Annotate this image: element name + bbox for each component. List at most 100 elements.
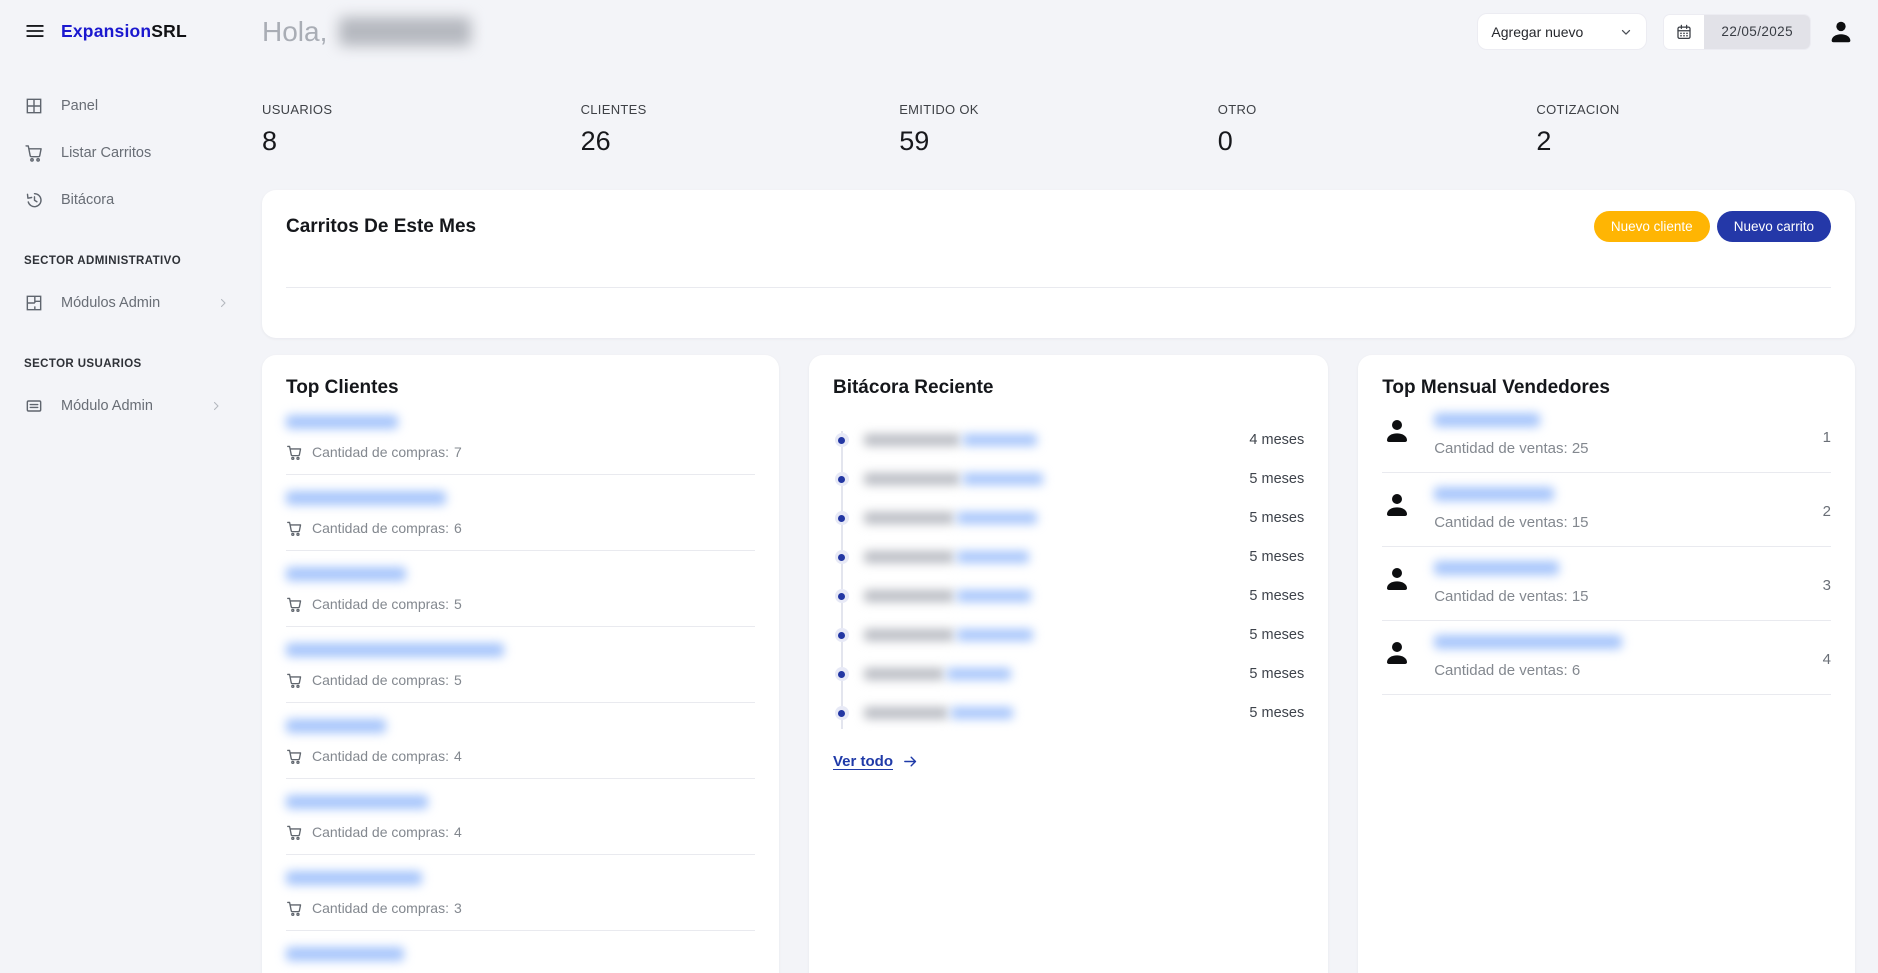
sales-label: Cantidad de ventas:: [1434, 662, 1567, 679]
sidebar-item-bitacora[interactable]: Bitácora: [24, 176, 244, 223]
view-all-link[interactable]: Ver todo: [833, 753, 919, 770]
bitacora-link-redacted[interactable]: [957, 512, 1037, 524]
cart-small-icon: [286, 444, 303, 461]
bitacora-entry: 4 meses: [833, 421, 1304, 460]
carritos-table: [286, 262, 1831, 338]
bitacora-text-redacted: [864, 551, 954, 563]
vendor-info: Cantidad de ventas: 25: [1434, 413, 1588, 457]
bitacora-link-redacted[interactable]: [957, 551, 1029, 563]
bitacora-entry: 5 meses: [833, 460, 1304, 499]
client-purchases-row: Cantidad de compras: 3: [286, 900, 755, 917]
stat-value: 8: [262, 126, 581, 157]
calendar-icon[interactable]: [1664, 15, 1704, 49]
bitacora-text-redacted: [864, 512, 954, 524]
carritos-table-header-row: [286, 262, 1831, 288]
sidebar-item-modulos-admin[interactable]: Módulos Admin: [24, 279, 244, 326]
bitacora-text-redacted: [864, 473, 960, 485]
history-icon: [24, 190, 44, 210]
vendor-name-link-redacted[interactable]: [1434, 561, 1559, 575]
stat-label: EMITIDO OK: [899, 102, 1218, 117]
new-client-button[interactable]: Nuevo cliente: [1594, 211, 1710, 242]
stat-block: COTIZACION 2: [1536, 102, 1855, 157]
add-new-select[interactable]: Agregar nuevo: [1477, 13, 1647, 50]
vendor-name-link-redacted[interactable]: [1434, 487, 1554, 501]
user-avatar-icon[interactable]: [1827, 18, 1855, 46]
carritos-table-header: [1610, 262, 1831, 288]
vendor-list-item: Cantidad de ventas: 15 2: [1382, 473, 1831, 547]
vendor-name-link-redacted[interactable]: [1434, 413, 1540, 427]
stat-label: OTRO: [1218, 102, 1537, 117]
purchases-label: Cantidad de compras:: [312, 672, 449, 688]
timeline-dot: [835, 706, 849, 720]
client-name-link-redacted[interactable]: [286, 947, 404, 961]
timeline-dot: [835, 589, 849, 603]
sidebar-item-panel[interactable]: Panel: [24, 82, 244, 129]
timeline-dot: [835, 667, 849, 681]
sales-value: 25: [1572, 440, 1589, 457]
brand-row: ExpansionSRL: [24, 20, 244, 42]
bitacora-link-redacted[interactable]: [963, 473, 1043, 485]
cart-small-icon: [286, 672, 303, 689]
bitacora-time: 5 meses: [1249, 627, 1304, 643]
client-list-item: Cantidad de compras: 6: [286, 475, 755, 551]
bitacora-link-redacted[interactable]: [951, 707, 1013, 719]
purchases-label: Cantidad de compras:: [312, 824, 449, 840]
bitacora-title: Bitácora Reciente: [833, 377, 1304, 399]
bitacora-link-redacted[interactable]: [963, 434, 1037, 446]
brand-logo[interactable]: ExpansionSRL: [61, 21, 187, 42]
grid-icon: [24, 96, 44, 116]
sales-label: Cantidad de ventas:: [1434, 588, 1567, 605]
view-all-label: Ver todo: [833, 753, 893, 770]
top-vendedores-card: Top Mensual Vendedores Cantidad de venta…: [1358, 355, 1855, 973]
purchases-label: Cantidad de compras:: [312, 900, 449, 916]
hamburger-menu-icon[interactable]: [24, 20, 46, 42]
new-cart-button[interactable]: Nuevo carrito: [1717, 211, 1831, 242]
arrow-right-icon: [902, 753, 919, 770]
purchases-value: 6: [454, 520, 462, 536]
sidebar-item-label: Módulos Admin: [61, 295, 160, 311]
bitacora-text-redacted: [864, 668, 944, 680]
vendor-rank: 4: [1823, 635, 1831, 668]
client-name-link-redacted[interactable]: [286, 567, 406, 581]
client-name-link-redacted[interactable]: [286, 719, 386, 733]
stat-label: CLIENTES: [581, 102, 900, 117]
bitacora-time: 5 meses: [1249, 549, 1304, 565]
date-picker[interactable]: 22/05/2025: [1663, 14, 1811, 50]
client-name-link-redacted[interactable]: [286, 643, 504, 657]
brand-name-secondary: SRL: [151, 21, 187, 41]
client-list-item: Cantidad de compras: 5: [286, 627, 755, 703]
bitacora-card: Bitácora Reciente 4 meses 5 meses: [809, 355, 1328, 973]
client-list-item: Cantidad de compras: 3: [286, 931, 755, 973]
sidebar-item-listar-carritos[interactable]: Listar Carritos: [24, 129, 244, 176]
cart-small-icon: [286, 520, 303, 537]
cart-small-icon: [286, 748, 303, 765]
stat-block: EMITIDO OK 59: [899, 102, 1218, 157]
topbar-controls: Agregar nuevo 22/05/2025: [1477, 13, 1855, 50]
top-vendedores-title: Top Mensual Vendedores: [1382, 377, 1831, 399]
stat-block: USUARIOS 8: [262, 102, 581, 157]
vendor-sales-row: Cantidad de ventas: 6: [1434, 662, 1622, 679]
vendor-list-item: Cantidad de ventas: 15 3: [1382, 547, 1831, 621]
purchases-label: Cantidad de compras:: [312, 596, 449, 612]
top-clientes-list: Cantidad de compras: 7 Cantidad de compr…: [286, 399, 755, 973]
bitacora-link-redacted[interactable]: [957, 629, 1033, 641]
topbar: Hola, Agregar nuevo 22/05/2025: [262, 13, 1855, 50]
sidebar-item-label: Módulo Admin: [61, 398, 153, 414]
sidebar-item-modulo-admin[interactable]: Módulo Admin: [24, 382, 244, 429]
bottom-cards-row: Top Clientes Cantidad de compras: 7: [262, 355, 1855, 973]
bitacora-link-redacted[interactable]: [947, 668, 1011, 680]
client-name-link-redacted[interactable]: [286, 491, 446, 505]
bitacora-text-redacted: [864, 629, 954, 641]
sidebar-item-label: Listar Carritos: [61, 145, 151, 161]
purchases-label: Cantidad de compras:: [312, 748, 449, 764]
client-name-link-redacted[interactable]: [286, 415, 398, 429]
sales-value: 6: [1572, 662, 1580, 679]
vendor-sales-row: Cantidad de ventas: 15: [1434, 588, 1588, 605]
client-name-link-redacted[interactable]: [286, 795, 428, 809]
vendor-rank: 2: [1823, 487, 1831, 520]
bitacora-link-redacted[interactable]: [957, 590, 1031, 602]
client-name-link-redacted[interactable]: [286, 871, 422, 885]
sales-value: 15: [1572, 588, 1589, 605]
greeting-text: Hola,: [262, 16, 327, 48]
vendor-name-link-redacted[interactable]: [1434, 635, 1622, 649]
